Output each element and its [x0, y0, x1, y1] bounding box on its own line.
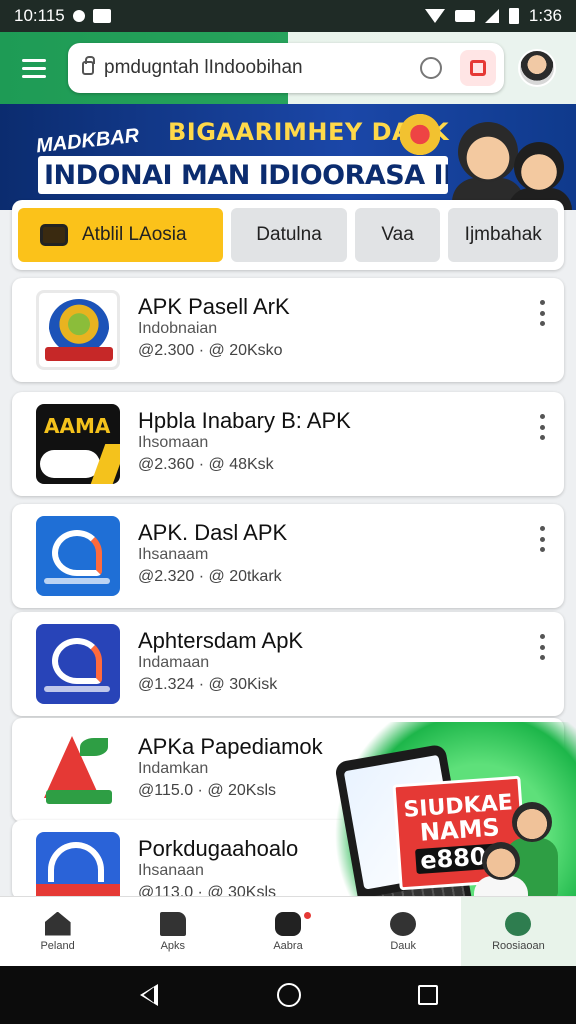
leaf-icon: [505, 911, 532, 936]
photo-icon: [92, 9, 111, 23]
nav-home[interactable]: Peland: [0, 897, 115, 966]
red-a-icon: [36, 730, 120, 810]
list-item[interactable]: AAMA Hpbla Inabary B: APK Ihsomaan @2.36…: [12, 392, 564, 496]
more-options-icon[interactable]: [538, 634, 546, 660]
bottom-navigation: Peland Apks Aabra Dauk Roosiaoan: [0, 896, 576, 966]
more-options-icon[interactable]: [538, 300, 546, 326]
address-bar[interactable]: pmdugntah lIndoobihan: [68, 43, 504, 93]
battery-icon: [508, 8, 519, 24]
nav-label: Aabra: [273, 939, 303, 952]
signal-icon: [484, 9, 499, 23]
home-icon: [44, 911, 71, 936]
app-subtitle: Ihsanaam: [138, 546, 209, 563]
app-title: Hpbla Inabary B: APK: [138, 408, 351, 433]
banner-main-text: INDONAI MAN IDIOORASA INDARSIA: [38, 156, 448, 194]
app-meta: @2.320 · @ 20tkark: [138, 568, 282, 585]
app-bar: pmdugntah lIndoobihan: [0, 32, 576, 104]
tab-label: Atblil LAosia: [82, 224, 187, 245]
app-subtitle: Indamkan: [138, 760, 209, 777]
tab-vaa[interactable]: Vaa: [354, 208, 441, 262]
app-title: APK Pasell ArK: [138, 294, 290, 319]
app-subtitle: Ihsanaan: [138, 862, 204, 879]
app-subtitle: Indamaan: [138, 654, 210, 671]
app-title: Porkdugaahoalo: [138, 836, 299, 861]
notification-icon: [72, 10, 85, 22]
tab-label: Ijmbahak: [464, 224, 542, 245]
banner-small-text: MADKBAR: [35, 124, 141, 158]
app-subtitle: Ihsomaan: [138, 434, 209, 451]
app-title: APK. Dasl APK: [138, 520, 288, 545]
app-title: APKa Papediamok: [138, 734, 323, 759]
list-item[interactable]: APK. Dasl APK Ihsanaam @2.320 · @ 20tkar…: [12, 504, 564, 608]
mascot-officer-icon: [514, 142, 564, 192]
back-button[interactable]: [138, 984, 160, 1006]
app-meta: @1.324 · @ 30Kisk: [138, 676, 278, 693]
tab-datulna[interactable]: Datulna: [231, 208, 347, 262]
kid-illustration-icon: [482, 842, 520, 880]
folder-icon: [40, 224, 68, 246]
wifi-icon: [424, 9, 445, 23]
save-button[interactable]: [460, 50, 496, 86]
app-subtitle: Indobnaian: [138, 320, 218, 337]
nav-label: Roosiaoan: [492, 939, 545, 952]
nav-notifications[interactable]: Aabra: [230, 897, 345, 966]
avatar[interactable]: [518, 49, 556, 87]
status-bar: 10:115 1:36: [0, 0, 576, 32]
nav-label: Dauk: [390, 939, 417, 952]
back-icon: [140, 984, 159, 1006]
nav-label: Apks: [160, 939, 186, 952]
garuda-emblem-icon: [400, 112, 440, 162]
vibrate-icon: [454, 10, 475, 22]
apk-black-icon: AAMA: [36, 404, 120, 484]
blue-a-icon: [36, 516, 120, 596]
tab-all[interactable]: Atblil LAosia: [18, 208, 224, 262]
app-meta: @115.0 · @ 20Ksls: [138, 782, 277, 799]
nav-label: Peland: [40, 939, 75, 952]
apps-icon: [159, 911, 186, 936]
category-tabs: Atblil LAosia Datulna Vaa Ijmbahak: [12, 200, 564, 270]
navy-a-icon: [36, 624, 120, 704]
tab-ijmbahak[interactable]: Ijmbahak: [448, 208, 559, 262]
battery-text: 1:36: [528, 6, 562, 25]
app-meta: @2.300 · @ 20Ksko: [138, 342, 283, 359]
tab-label: Vaa: [381, 224, 414, 245]
home-button[interactable]: [276, 983, 301, 1007]
mascot-officer-icon: [458, 122, 518, 182]
more-options-icon[interactable]: [538, 526, 546, 552]
bookmark-icon: [470, 60, 486, 76]
list-item[interactable]: Aphtersdam ApK Indamaan @1.324 · @ 30Kis…: [12, 612, 564, 716]
nav-recommended[interactable]: Roosiaoan: [460, 897, 576, 966]
system-navigation: [0, 966, 576, 1024]
promo-banner[interactable]: MADKBAR BIGAARIMHEY DARK INDONAI MAN IDI…: [0, 104, 576, 210]
nav-apks[interactable]: Apks: [115, 897, 230, 966]
notification-icon: [275, 911, 311, 936]
status-time: 10:115: [14, 6, 65, 25]
app-title: Aphtersdam ApK: [138, 628, 304, 653]
person-icon: [390, 911, 417, 936]
url-text: pmdugntah lIndoobihan: [104, 57, 303, 78]
lock-icon: [82, 56, 95, 75]
list-item[interactable]: APK Pasell ArK Indobnaian @2.300 · @ 20K…: [12, 278, 564, 382]
kid-illustration-icon: [512, 802, 552, 842]
history-icon[interactable]: [420, 57, 442, 79]
hamburger-icon: [22, 58, 46, 62]
menu-button[interactable]: [12, 46, 56, 90]
tab-label: Datulna: [256, 224, 322, 245]
nav-profile[interactable]: Dauk: [346, 897, 461, 966]
garuda-crest-icon: [36, 290, 120, 370]
more-options-icon[interactable]: [538, 414, 546, 440]
app-meta: @2.360 · @ 48Ksk: [138, 456, 274, 473]
recents-button[interactable]: [417, 985, 438, 1005]
